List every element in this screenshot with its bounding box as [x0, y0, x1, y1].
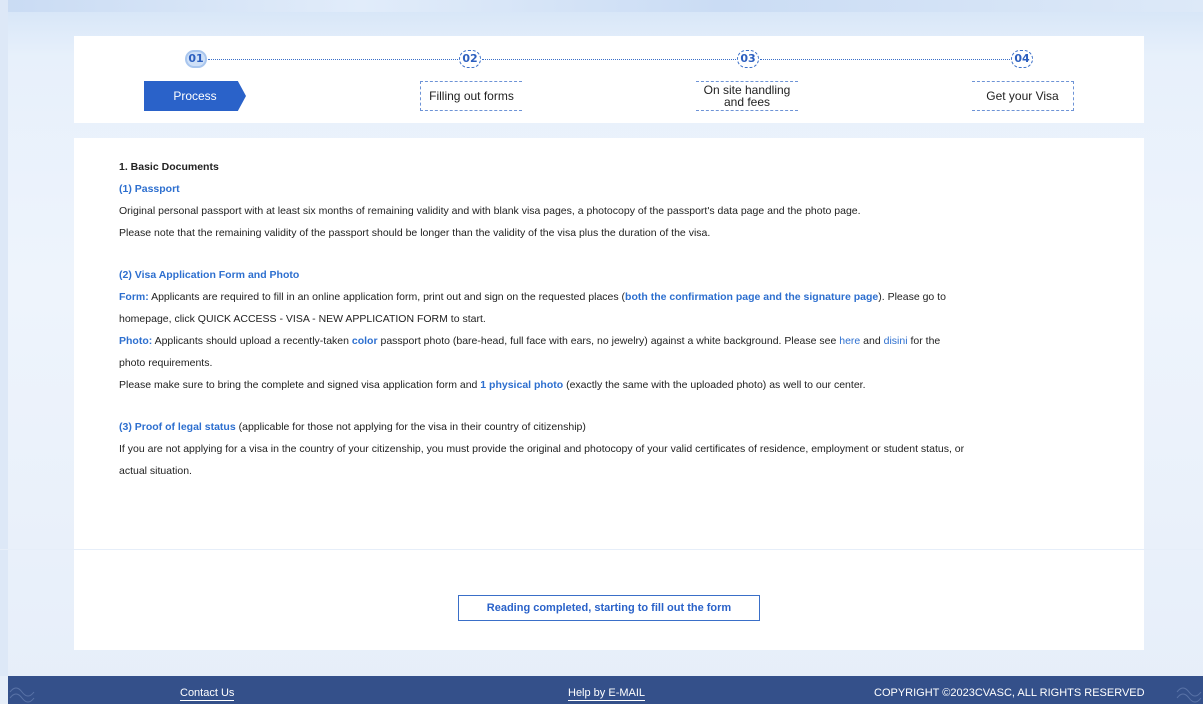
passport-heading: (1) Passport: [119, 183, 180, 195]
wave-ornament-icon: [9, 687, 35, 703]
step-connector: [208, 59, 458, 60]
step-label: Get your Visa: [986, 89, 1059, 103]
step-filling-out-forms[interactable]: Filling out forms: [420, 81, 522, 111]
step-label: Filling out forms: [429, 89, 514, 103]
form-highlight: both the confirmation page and the signa…: [625, 291, 879, 303]
step-number-4: 04: [1011, 50, 1033, 68]
legal-status-text-2: actual situation.: [119, 465, 192, 477]
photo-label: Photo:: [119, 335, 153, 347]
footer: Contact Us Help by E-MAIL COPYRIGHT ©202…: [8, 676, 1203, 704]
reading-completed-button[interactable]: Reading completed, starting to fill out …: [458, 595, 760, 621]
background-divider: [0, 549, 1203, 550]
bring-text-a: Please make sure to bring the complete a…: [119, 379, 481, 391]
step-connector: [760, 59, 1010, 60]
scroll-fade: [119, 552, 1109, 566]
photo-text-a: Applicants should upload a recently-take…: [152, 335, 352, 347]
requirements-scroll-area[interactable]: 1. Basic Documents (1) Passport Original…: [119, 152, 1109, 566]
form-text-a: Applicants are required to fill in an on…: [148, 291, 626, 303]
bring-highlight: 1 physical photo: [480, 379, 564, 391]
disini-link[interactable]: disini: [884, 335, 908, 347]
copyright-text: COPYRIGHT ©2023CVASC, ALL RIGHTS RESERVE…: [874, 687, 1145, 699]
help-by-email-link[interactable]: Help by E-MAIL: [568, 687, 646, 701]
content-panel: 1. Basic Documents (1) Passport Original…: [74, 138, 1144, 650]
form-text-b: ). Please go to: [878, 291, 946, 303]
photo-text-c: for the: [907, 335, 941, 347]
photo-highlight: color: [351, 335, 378, 347]
photo-text-b: passport photo (bare-head, full face wit…: [377, 335, 840, 347]
bring-text-b: (exactly the same with the uploaded phot…: [563, 379, 866, 391]
steps-progress: 01 02 03 04 Process Filling out forms On…: [74, 36, 1144, 123]
left-edge-strip: [0, 0, 8, 676]
legal-status-note: (applicable for those not applying for t…: [235, 421, 586, 433]
form-text-c: homepage, click QUICK ACCESS - VISA - NE…: [119, 313, 486, 325]
step-label: Process: [173, 89, 217, 103]
passport-text-2: Please note that the remaining validity …: [119, 227, 711, 239]
photo-paragraph: Photo: Applicants should upload a recent…: [119, 330, 1109, 352]
wave-ornament-icon: [1176, 687, 1202, 703]
step-number-1: 01: [185, 50, 207, 68]
contact-us-link[interactable]: Contact Us: [180, 687, 235, 701]
form-label: Form:: [119, 291, 149, 303]
step-on-site-handling[interactable]: On site handling and fees: [696, 81, 798, 111]
step-label-line2: and fees: [723, 95, 771, 109]
form-paragraph: Form: Applicants are required to fill in…: [119, 286, 1109, 308]
legal-status-text-1: If you are not applying for a visa in th…: [119, 443, 965, 455]
passport-text-1: Original personal passport with at least…: [119, 205, 861, 217]
visa-form-heading: (2) Visa Application Form and Photo: [119, 269, 300, 281]
and-text: and: [860, 335, 884, 347]
step-number-3: 03: [737, 50, 759, 68]
legal-status-heading: (3) Proof of legal status: [119, 421, 236, 433]
photo-text-d: photo requirements.: [119, 357, 213, 369]
step-process[interactable]: Process: [144, 81, 246, 111]
step-get-your-visa[interactable]: Get your Visa: [972, 81, 1074, 111]
here-link[interactable]: here: [839, 335, 860, 347]
step-connector: [482, 59, 736, 60]
top-banner-strip: [0, 0, 1203, 12]
step-number-2: 02: [459, 50, 481, 68]
section-title: 1. Basic Documents: [119, 161, 219, 173]
legal-status-heading-line: (3) Proof of legal status (applicable fo…: [119, 416, 1109, 438]
bring-paragraph: Please make sure to bring the complete a…: [119, 374, 1109, 396]
